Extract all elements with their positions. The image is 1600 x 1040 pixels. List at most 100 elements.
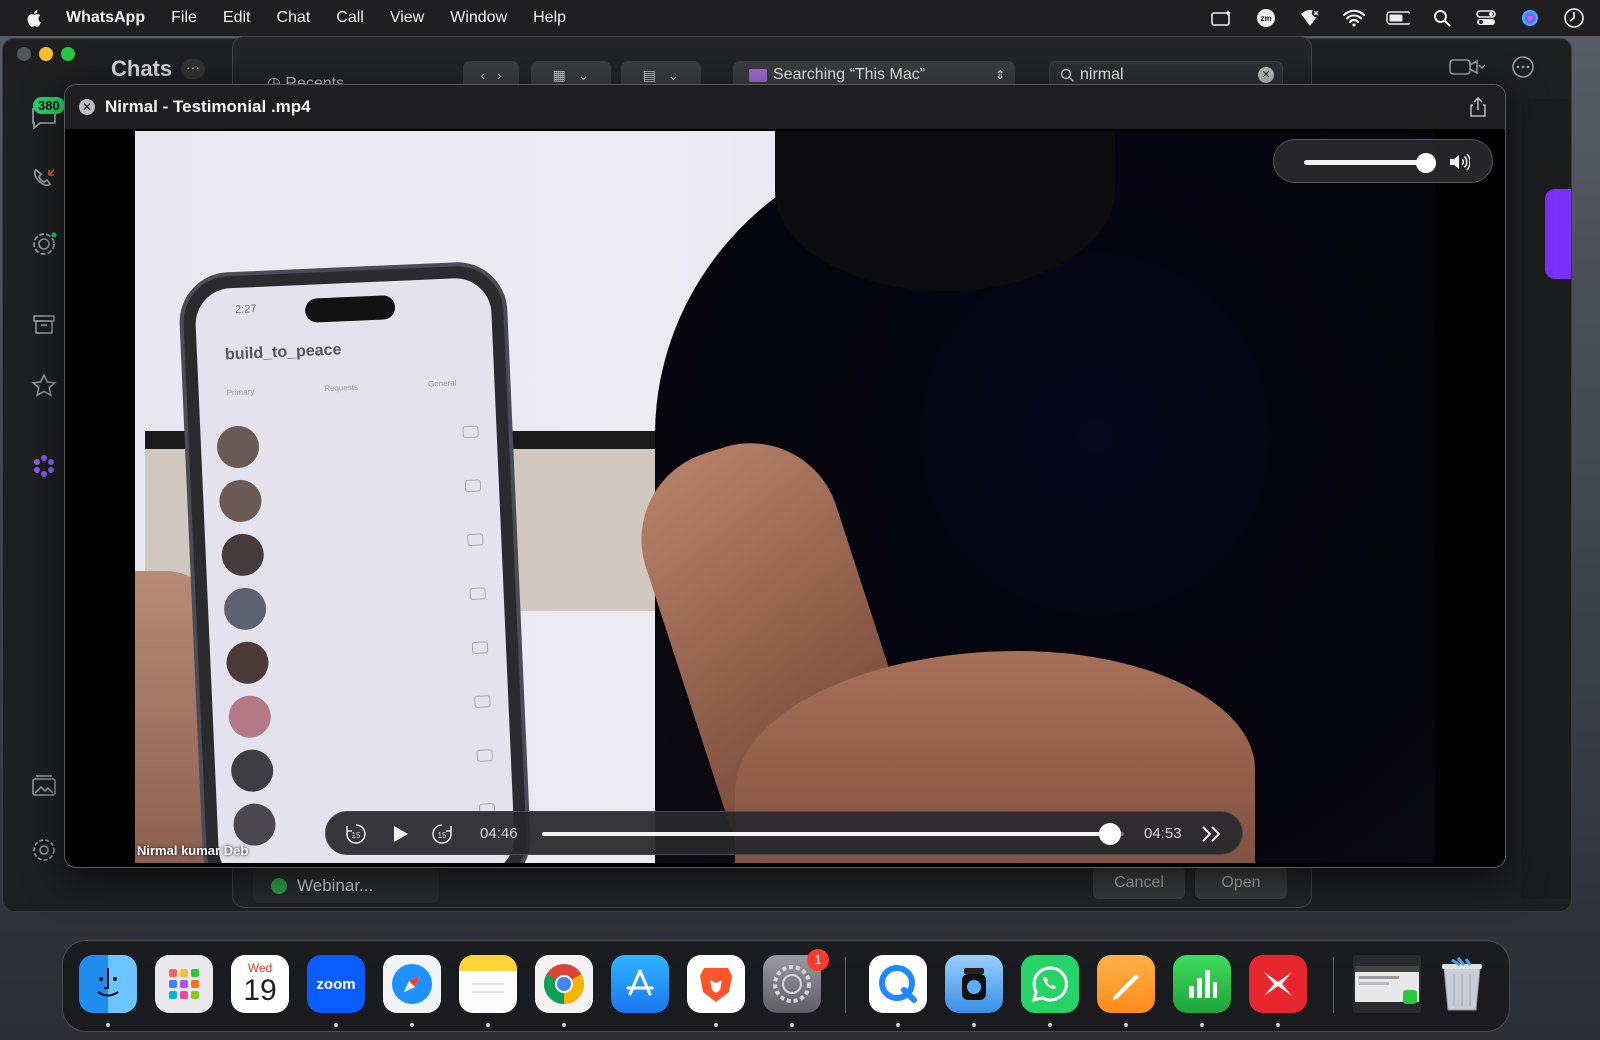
menu-bar-status-area: zm [1210,0,1586,36]
chevron-left-icon[interactable]: ‹ [480,67,485,83]
scrubber-knob[interactable] [1099,823,1122,845]
dock-finder[interactable] [79,955,137,1013]
menu-chat[interactable]: Chat [276,9,310,27]
chats-more-button[interactable]: ··· [181,59,205,79]
open-button[interactable]: Open [1195,867,1287,899]
dock-calendar[interactable]: Wed 19 [231,955,289,1013]
dock: Wed 19 zoom 1 [62,940,1510,1032]
chevron-down-icon: ⌄ [577,66,590,83]
playback-scrubber[interactable] [542,823,1124,845]
menu-edit[interactable]: Edit [223,9,251,27]
app-store-icon [626,969,654,996]
running-indicator [486,1023,490,1027]
dock-launchpad[interactable] [155,955,213,1013]
meta-ai-banner[interactable] [1545,189,1571,279]
more-options-icon[interactable] [1511,55,1535,84]
status-icon[interactable] [29,229,59,259]
phone-tab-requests: Requests [324,382,359,394]
starred-icon[interactable] [29,371,59,401]
tag-item-webinar[interactable]: Webinar... [253,869,439,903]
play-button[interactable] [388,822,412,846]
apple-menu-icon[interactable] [26,8,44,28]
menu-file[interactable]: File [171,9,197,27]
menu-app-name[interactable]: WhatsApp [66,9,145,27]
window-thumbnail-icon [1355,966,1419,1004]
video-frame[interactable]: 2:27 build_to_peace Primary Requests Gen… [135,131,1435,863]
dock-notes[interactable] [459,955,517,1013]
folder-icon [749,68,767,82]
running-indicator [790,1023,794,1027]
dock-system-settings[interactable]: 1 [763,949,829,1013]
media-gallery-icon[interactable] [29,771,59,801]
menu-view[interactable]: View [390,9,424,27]
menu-call[interactable]: Call [336,9,364,27]
menu-help[interactable]: Help [533,9,566,27]
dock-chrome[interactable] [535,955,593,1013]
screen-share-icon[interactable] [1210,7,1234,29]
camera-icon [464,479,482,493]
spotlight-search-icon[interactable] [1430,7,1454,29]
dock-zoom[interactable]: zoom [307,955,365,1013]
player-title-bar: ✕ Nirmal - Testimonial .mp4 [65,85,1505,129]
dock-brave[interactable] [687,955,745,1013]
menu-window[interactable]: Window [450,9,507,27]
brave-lion-icon [700,968,732,1002]
trash-icon [1442,957,1482,1011]
volume-slider-knob[interactable] [1416,153,1436,173]
volume-slider-track[interactable] [1304,160,1424,165]
preview-icon [962,968,986,1000]
search-icon [1060,68,1074,82]
dock-recent-window[interactable] [1353,955,1421,1013]
dock-safari[interactable] [383,955,441,1013]
dynamic-island [304,295,396,323]
skip-forward-icon: 15 [432,824,452,844]
archive-icon[interactable] [29,309,59,339]
clock-icon[interactable] [1562,7,1586,29]
dock-kolibri[interactable] [1249,955,1307,1013]
skip-back-15-button[interactable]: 15 [344,822,368,846]
control-center-icon[interactable] [1474,7,1498,29]
zoom-window-button[interactable] [61,47,75,61]
dock-preview[interactable] [945,955,1003,1013]
meta-ai-icon[interactable] [29,451,59,481]
calendar-date: 19 [243,974,277,1007]
speaker-icon[interactable] [1448,153,1470,171]
green-tag-icon [271,878,287,894]
zoom-icon[interactable]: zm [1254,7,1278,29]
dock-numbers[interactable] [1173,955,1231,1013]
share-icon[interactable] [1469,97,1487,117]
chevron-down-icon: ⌄ [667,66,680,83]
dock-pages[interactable] [1097,955,1155,1013]
phone-time: 2:27 [234,303,257,316]
skip-forward-15-button[interactable]: 15 [430,822,454,846]
video-call-icon[interactable] [1449,57,1486,82]
wifi-icon[interactable] [1342,7,1366,29]
minimize-window-button[interactable] [39,47,53,61]
vpn-icon[interactable] [1298,7,1322,29]
volume-control[interactable] [1273,139,1493,183]
clear-search-icon[interactable]: ✕ [1258,67,1274,83]
grid-icon: ▦ [552,66,566,83]
settings-icon[interactable] [29,835,59,865]
close-window-button[interactable] [17,47,31,61]
running-indicator [106,1023,110,1027]
dock-quicktime[interactable] [869,955,927,1013]
total-duration: 04:53 [1144,825,1182,842]
phone-handle: build_to_peace [224,341,342,364]
pages-pen-icon [1113,974,1139,1000]
battery-icon[interactable] [1386,7,1410,29]
siri-icon[interactable] [1518,7,1542,29]
close-player-button[interactable]: ✕ [79,99,95,115]
dock-whatsapp[interactable] [1021,955,1079,1013]
chevron-right-icon[interactable]: › [497,67,502,83]
cancel-button[interactable]: Cancel [1093,867,1185,899]
running-indicator [562,1023,566,1027]
play-icon [394,826,408,842]
dock-app-store[interactable] [611,955,669,1013]
finder-icon [97,968,119,997]
calls-icon[interactable] [29,165,59,195]
whatsapp-icon [1031,966,1068,1003]
fast-forward-button[interactable] [1200,822,1224,846]
dock-trash[interactable] [1433,955,1491,1013]
avatar [218,479,263,523]
